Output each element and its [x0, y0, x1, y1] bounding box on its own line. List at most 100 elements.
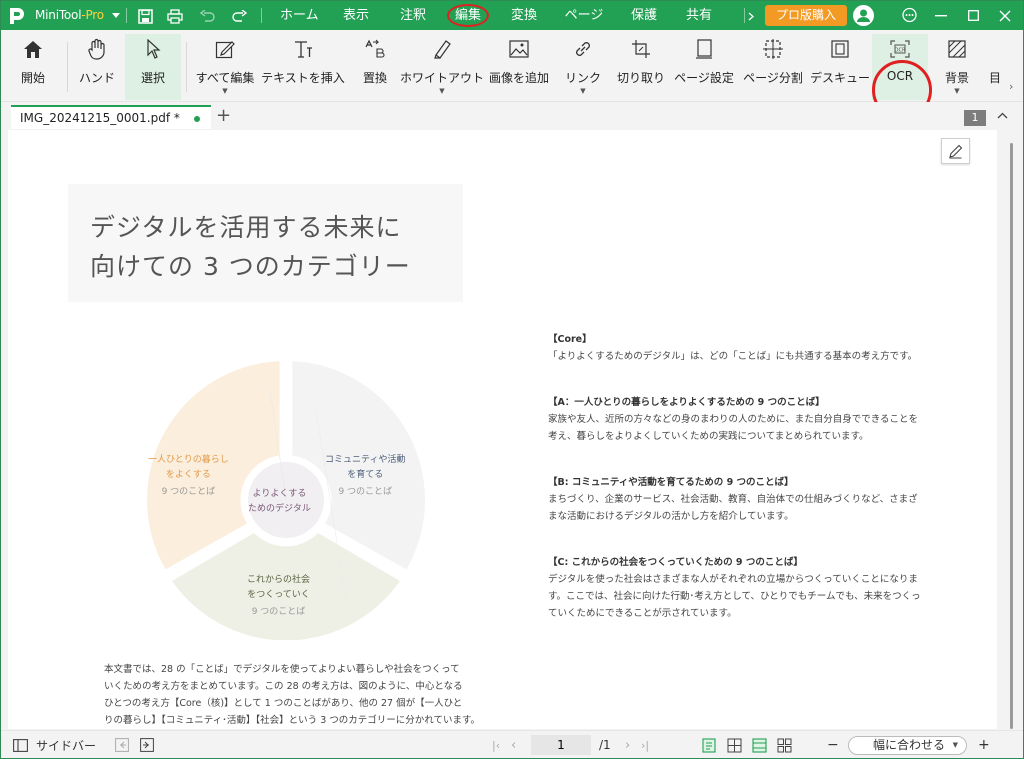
- insert-text-button[interactable]: テキストを挿入: [261, 34, 345, 100]
- menu-protect[interactable]: 保護: [629, 1, 659, 30]
- insert-text-icon: [291, 37, 315, 61]
- scrollbar-thumb[interactable]: [1010, 143, 1013, 729]
- whiteout-icon: [430, 37, 454, 61]
- crop-icon: [629, 37, 653, 61]
- redo-icon[interactable]: [229, 6, 249, 26]
- last-page-icon[interactable]: ›|: [641, 731, 649, 758]
- cursor-icon: [141, 37, 165, 61]
- document-tab-bar: IMG_20241215_0001.pdf * + 1: [1, 102, 1023, 129]
- app-window: MiniTool-Pro ホーム 表示 注釈 編集 変換 ページ 保護 共有 プ…: [0, 0, 1024, 759]
- close-icon[interactable]: [989, 1, 1021, 30]
- page-setup-icon: [692, 37, 716, 61]
- page-title-line-2: 向けての 3 つのカテゴリー: [90, 252, 411, 281]
- minimize-icon[interactable]: [925, 1, 957, 30]
- single-page-view-icon[interactable]: [702, 731, 716, 758]
- edit-all-button[interactable]: すべて編集 ▼: [194, 34, 256, 100]
- section-core: 【Core】 「よりよくするためのデジタル」は、どの「ことば」にも共通する基本の…: [548, 334, 918, 362]
- segment-b-label: コミュニティや活動 を育てる 9 つのことば: [325, 455, 406, 497]
- page-setup-button[interactable]: ページ設定: [673, 34, 735, 100]
- replace-button[interactable]: 置換: [355, 34, 395, 100]
- segment-c-label: これからの社会 をつくっていく 9 つのことば: [247, 575, 311, 617]
- print-icon[interactable]: [165, 6, 185, 26]
- sidebar-icon: [13, 738, 28, 752]
- page-title-line-1: デジタルを活用する未来に: [90, 213, 402, 242]
- menu-view[interactable]: 表示: [341, 1, 371, 30]
- core-label: よりよくする ためのデジタル: [248, 489, 311, 514]
- document-tab-title: IMG_20241215_0001.pdf *: [20, 111, 180, 125]
- segment-a-label: 一人ひとりの暮らし をよくする 9 つのことば: [148, 455, 229, 497]
- page-number-badge: 1: [964, 110, 986, 126]
- body-paragraph: 本文書では、28 の「ことば」でデジタルを使ってよりよい暮らしや社会をつくって …: [104, 664, 481, 726]
- background-button[interactable]: 背景 ▼: [937, 34, 977, 100]
- app-menu-caret-icon[interactable]: [109, 6, 123, 26]
- hand-icon: [85, 37, 109, 61]
- deskew-button[interactable]: デスキュー: [810, 34, 870, 100]
- menu-home[interactable]: ホーム: [280, 1, 319, 30]
- buy-pro-button[interactable]: プロ版購入: [765, 5, 847, 26]
- menu-page[interactable]: ページ: [564, 1, 604, 30]
- expand-right-icon[interactable]: [140, 731, 154, 758]
- menu-share[interactable]: 共有: [684, 1, 714, 30]
- menu-edit[interactable]: 編集: [447, 1, 489, 30]
- zoom-dropdown-icon: ▼: [952, 741, 958, 749]
- pencil-icon: [949, 144, 963, 159]
- feedback-icon[interactable]: [893, 1, 925, 30]
- more-tool-button[interactable]: 目: [985, 34, 1005, 100]
- app-name: MiniTool-Pro: [35, 8, 104, 22]
- unsaved-indicator-icon: [194, 116, 200, 122]
- grid-view-icon[interactable]: [777, 731, 792, 758]
- next-page-icon[interactable]: ›: [625, 731, 630, 758]
- app-logo-icon: [10, 8, 24, 24]
- add-image-icon: [507, 37, 531, 61]
- link-icon: [571, 37, 595, 61]
- user-avatar-icon[interactable]: [853, 5, 874, 26]
- whiteout-dropdown-icon[interactable]: ▼: [439, 87, 444, 95]
- menu-convert[interactable]: 変換: [509, 1, 539, 30]
- continuous-view-icon[interactable]: [752, 731, 767, 758]
- section-c: 【C: これからの社会をつくっていくための 9 つのことば】 デジタルを使った社…: [548, 557, 921, 619]
- background-dropdown-icon[interactable]: ▼: [954, 87, 959, 95]
- link-button[interactable]: リンク ▼: [563, 34, 603, 100]
- split-page-button[interactable]: ページ分割: [741, 34, 805, 100]
- sidebar-toggle[interactable]: サイドバー: [13, 731, 96, 758]
- total-pages: /1: [599, 738, 611, 752]
- hand-button[interactable]: ハンド: [75, 34, 119, 100]
- title-bar: MiniTool-Pro ホーム 表示 注釈 編集 変換 ページ 保護 共有 プ…: [1, 1, 1023, 30]
- ribbon-toolbar: 開始 ハンド 選択 すべて編集 ▼ テキストを挿入 置換 ホワイトアウト ▼ 画…: [1, 30, 1023, 120]
- section-a: 【A：一人ひとりの暮らしをよりよくするための 9 つのことば】 家族や友人、近所…: [548, 397, 919, 442]
- menu-scroll-right-icon[interactable]: [745, 6, 757, 26]
- zoom-select[interactable]: 幅に合わせる ▼: [848, 736, 967, 755]
- zoom-in-button[interactable]: +: [978, 731, 990, 758]
- first-page-icon[interactable]: |‹: [492, 731, 500, 758]
- document-tab[interactable]: IMG_20241215_0001.pdf *: [11, 105, 211, 129]
- floating-edit-button[interactable]: [941, 138, 970, 164]
- prev-page-icon[interactable]: ‹: [511, 731, 516, 758]
- add-tab-button[interactable]: +: [216, 106, 231, 126]
- background-icon: [945, 37, 969, 61]
- save-icon[interactable]: [135, 6, 155, 26]
- two-page-view-icon[interactable]: [727, 731, 742, 758]
- select-button[interactable]: 選択: [125, 34, 181, 100]
- link-dropdown-icon[interactable]: ▼: [580, 87, 585, 95]
- status-bar: サイドバー |‹ ‹ /1 › ›| − 幅に合わせる ▼ +: [1, 730, 1023, 758]
- ribbon-scroll-right-icon[interactable]: ›: [1009, 80, 1013, 93]
- replace-icon: [363, 37, 387, 61]
- edit-all-dropdown-icon[interactable]: ▼: [222, 87, 227, 95]
- undo-icon[interactable]: [197, 6, 217, 26]
- collapse-left-icon[interactable]: [115, 731, 129, 758]
- whiteout-button[interactable]: ホワイトアウト ▼: [400, 34, 484, 100]
- edit-all-icon: [213, 37, 237, 61]
- document-viewer[interactable]: デジタルを活用する未来に 向けての 3 つのカテゴリー 一人ひとりの暮らし をよ…: [1, 129, 1023, 730]
- add-image-button[interactable]: 画像を追加: [485, 34, 553, 100]
- zoom-out-button[interactable]: −: [827, 731, 839, 758]
- crop-button[interactable]: 切り取り: [613, 34, 669, 100]
- start-button[interactable]: 開始: [11, 34, 55, 100]
- home-icon: [21, 37, 45, 61]
- collapse-ribbon-icon[interactable]: [997, 108, 1008, 122]
- menu-annotate[interactable]: 注釈: [398, 1, 428, 30]
- maximize-icon[interactable]: [957, 1, 989, 30]
- svg-text:OCR: OCR: [895, 48, 906, 54]
- pdf-page[interactable]: デジタルを活用する未来に 向けての 3 つのカテゴリー 一人ひとりの暮らし をよ…: [8, 130, 997, 729]
- page-number-input[interactable]: [531, 735, 591, 755]
- section-b: 【B: コミュニティや活動を育てるための 9 つのことば】 まちづくり、企業のサ…: [548, 477, 918, 522]
